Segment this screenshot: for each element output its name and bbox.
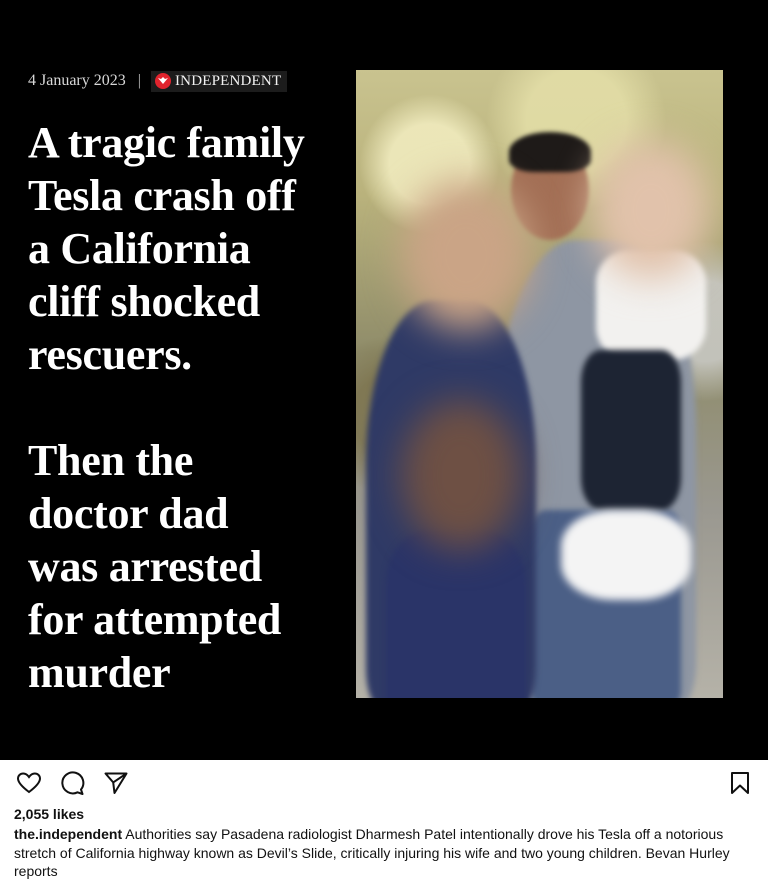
eagle-icon <box>154 73 171 89</box>
post-image[interactable]: 4 January 2023 | INDEPENDENT A tragic fa… <box>0 0 768 760</box>
headline-line: Tesla crash off <box>28 171 296 220</box>
headline-line: a California <box>28 224 251 273</box>
dateline: 4 January 2023 | INDEPENDENT <box>28 70 288 92</box>
girl-figure <box>386 530 526 698</box>
bookmark-icon[interactable] <box>727 770 753 796</box>
toddler-shoes <box>561 510 691 600</box>
headline-line: was arrested <box>28 542 262 591</box>
post-actions <box>0 760 768 804</box>
headline-line: cliff shocked <box>28 277 260 326</box>
comment-icon[interactable] <box>59 770 85 796</box>
headline-line: murder <box>28 648 171 697</box>
caption-username[interactable]: the.independent <box>14 826 122 842</box>
heart-icon[interactable] <box>16 770 42 796</box>
headline-line: doctor dad <box>28 489 229 538</box>
likes-count[interactable]: 2,055 likes <box>14 806 84 822</box>
toddler-legs <box>581 350 681 510</box>
headline-line: rescuers. <box>28 330 192 379</box>
send-icon[interactable] <box>103 770 129 796</box>
headline-gap <box>28 381 348 434</box>
man-hair <box>509 132 591 172</box>
caption-text: Authorities say Pasadena radiologist Dha… <box>14 826 730 879</box>
headline-line: for attempted <box>28 595 282 644</box>
post-caption: the.independent Authorities say Pasadena… <box>14 825 744 881</box>
family-photo <box>356 70 723 698</box>
toddler-face-blurred <box>591 140 711 280</box>
headline-line: Then the <box>28 436 194 485</box>
post-date: 4 January 2023 <box>28 72 126 89</box>
woman-face-blurred <box>401 180 531 330</box>
independent-logo: INDEPENDENT <box>150 70 288 92</box>
dateline-separator: | <box>137 72 141 89</box>
girl-face-blurred <box>401 400 521 550</box>
headline: A tragic family Tesla crash off a Califo… <box>28 116 348 699</box>
headline-line: A tragic family <box>28 118 305 167</box>
brand-name: INDEPENDENT <box>174 72 282 89</box>
